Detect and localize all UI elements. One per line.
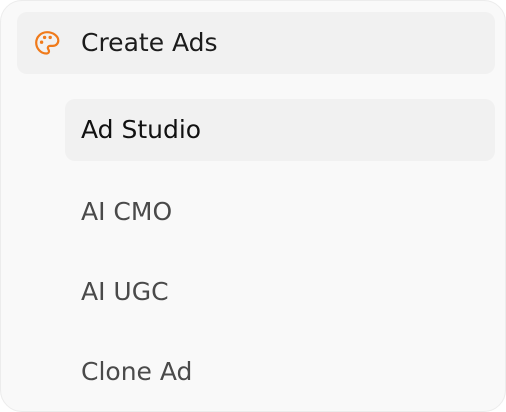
nav-item-label: Ad Studio <box>81 115 202 144</box>
nav-item-ad-studio[interactable]: Ad Studio <box>65 99 495 161</box>
nav-item-label: AI UGC <box>81 277 169 306</box>
nav-item-ai-ugc[interactable]: AI UGC <box>65 261 495 323</box>
nav-item-label: AI CMO <box>81 197 173 226</box>
nav-item-label: Clone Ad <box>81 357 193 386</box>
nav-item-clone-ad[interactable]: Clone Ad <box>65 341 495 403</box>
palette-icon <box>33 29 61 57</box>
nav-item-ai-cmo[interactable]: AI CMO <box>65 181 495 243</box>
sidebar-nav-panel: Create Ads Ad Studio AI CMO AI UGC Clone… <box>0 0 506 412</box>
nav-group-label: Create Ads <box>81 28 218 57</box>
nav-group-create-ads[interactable]: Create Ads <box>17 12 495 74</box>
